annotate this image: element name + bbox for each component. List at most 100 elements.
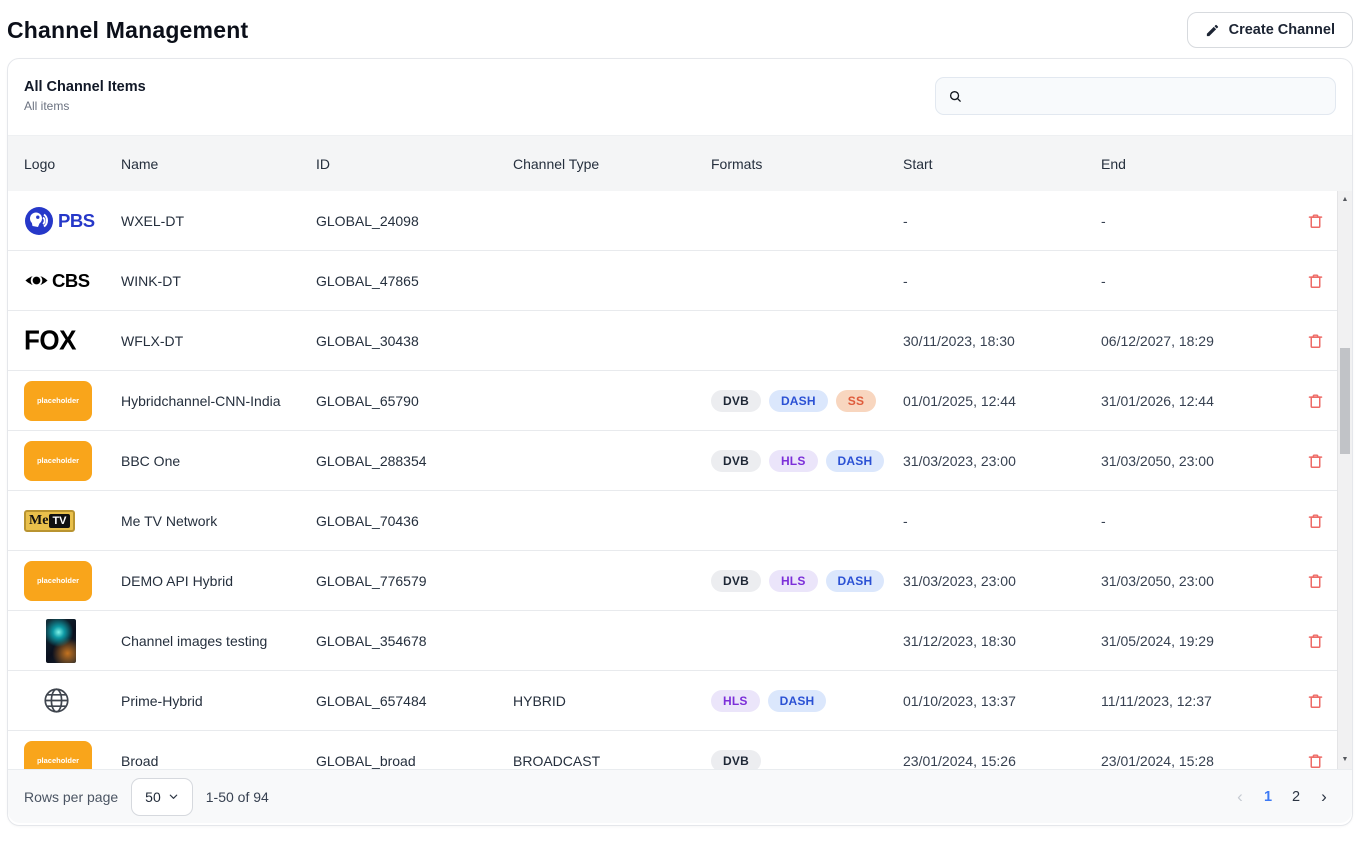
channel-id: GLOBAL_broad <box>316 753 513 769</box>
delete-channel-button[interactable] <box>1303 268 1328 294</box>
table-row: CBS WINK-DT GLOBAL_47865 - - <box>8 251 1337 311</box>
rows-per-page-select[interactable]: 50 <box>131 778 193 816</box>
fox-logo: FOX <box>24 325 76 356</box>
delete-channel-button[interactable] <box>1303 448 1328 474</box>
delete-channel-button[interactable] <box>1303 568 1328 594</box>
create-channel-button[interactable]: Create Channel <box>1187 12 1353 48</box>
channel-id: GLOBAL_47865 <box>316 273 513 289</box>
page-title: Channel Management <box>7 17 248 44</box>
page-button-1[interactable]: 1 <box>1256 784 1280 810</box>
cbs-logo: CBS <box>24 268 90 293</box>
globe-icon <box>42 686 71 715</box>
placeholder-logo: placeholder <box>24 381 92 421</box>
format-badge-dash: DASH <box>826 570 885 592</box>
vertical-scrollbar[interactable]: ▲ ▼ <box>1337 191 1352 769</box>
format-badge-ss: SS <box>836 390 876 412</box>
channel-name: Broad <box>121 753 316 769</box>
channel-end: - <box>1101 213 1293 229</box>
channel-formats: HLSDASH <box>711 690 903 712</box>
channel-name: BBC One <box>121 453 316 469</box>
column-header-formats: Formats <box>711 156 903 172</box>
channel-name: WXEL-DT <box>121 213 316 229</box>
scroll-down-icon[interactable]: ▼ <box>1338 753 1352 767</box>
format-badge-dash: DASH <box>826 450 885 472</box>
channel-end: 11/11/2023, 12:37 <box>1101 693 1293 709</box>
row-actions <box>1293 328 1337 354</box>
column-header-logo: Logo <box>24 156 121 172</box>
channel-logo-cell: CBS <box>24 268 121 293</box>
channel-name: Hybridchannel-CNN-India <box>121 393 316 409</box>
delete-channel-button[interactable] <box>1303 328 1328 354</box>
channel-id: GLOBAL_657484 <box>316 693 513 709</box>
channel-start: 31/03/2023, 23:00 <box>903 453 1101 469</box>
next-page-button[interactable]: › <box>1312 784 1336 810</box>
delete-channel-button[interactable] <box>1303 388 1328 414</box>
placeholder-logo: placeholder <box>24 561 92 601</box>
placeholder-logo: placeholder <box>24 741 92 770</box>
channel-id: GLOBAL_30438 <box>316 333 513 349</box>
channel-name: Me TV Network <box>121 513 316 529</box>
channel-art-image <box>46 619 76 663</box>
table-row: FOX WFLX-DT GLOBAL_30438 30/11/2023, 18:… <box>8 311 1337 371</box>
list-title: All Channel Items <box>24 79 146 95</box>
channel-list-card: All Channel Items All items Logo Name ID… <box>7 58 1353 826</box>
channel-end: - <box>1101 273 1293 289</box>
scroll-up-icon[interactable]: ▲ <box>1338 193 1352 207</box>
column-header-end: End <box>1101 156 1293 172</box>
table-row: placeholder Broad GLOBAL_broad BROADCAST… <box>8 731 1337 769</box>
scrollbar-thumb[interactable] <box>1340 348 1350 454</box>
metv-logo: MeTV <box>24 510 75 532</box>
trash-icon <box>1307 692 1324 710</box>
card-header: All Channel Items All items <box>8 59 1352 135</box>
trash-icon <box>1307 512 1324 530</box>
channel-id: GLOBAL_354678 <box>316 633 513 649</box>
channel-name: WFLX-DT <box>121 333 316 349</box>
row-actions <box>1293 508 1337 534</box>
column-header-channel-type: Channel Type <box>513 156 711 172</box>
channel-logo-cell: MeTV <box>24 510 121 532</box>
trash-icon <box>1307 752 1324 770</box>
channel-logo-cell: placeholder <box>24 741 121 770</box>
format-badge-dvb: DVB <box>711 750 761 770</box>
search-icon <box>948 89 963 104</box>
channel-name: WINK-DT <box>121 273 316 289</box>
channel-start: 01/01/2025, 12:44 <box>903 393 1101 409</box>
search-box[interactable] <box>935 77 1336 115</box>
row-actions <box>1293 388 1337 414</box>
top-bar: Channel Management Create Channel <box>7 0 1353 58</box>
delete-channel-button[interactable] <box>1303 688 1328 714</box>
range-text: 1-50 of 94 <box>206 789 269 805</box>
pagination: ‹ 1 2 › <box>1228 784 1336 810</box>
channel-type: HYBRID <box>513 693 711 709</box>
placeholder-logo: placeholder <box>24 441 92 481</box>
channel-logo-cell: placeholder <box>24 441 121 481</box>
channel-start: - <box>903 513 1101 529</box>
page-button-2[interactable]: 2 <box>1284 784 1308 810</box>
footer-left: Rows per page 50 1-50 of 94 <box>24 778 269 816</box>
channel-end: 06/12/2027, 18:29 <box>1101 333 1293 349</box>
row-actions <box>1293 628 1337 654</box>
channel-id: GLOBAL_70436 <box>316 513 513 529</box>
table-row: Prime-Hybrid GLOBAL_657484 HYBRID HLSDAS… <box>8 671 1337 731</box>
pbs-logo: PBS <box>24 206 95 236</box>
delete-channel-button[interactable] <box>1303 208 1328 234</box>
channel-id: GLOBAL_65790 <box>316 393 513 409</box>
previous-page-button[interactable]: ‹ <box>1228 784 1252 810</box>
delete-channel-button[interactable] <box>1303 748 1328 770</box>
channel-id: GLOBAL_288354 <box>316 453 513 469</box>
channel-logo-cell: placeholder <box>24 561 121 601</box>
channel-logo-cell: placeholder <box>24 381 121 421</box>
search-input[interactable] <box>971 88 1323 104</box>
rows-per-page-value: 50 <box>145 789 161 805</box>
create-channel-label: Create Channel <box>1229 22 1335 38</box>
trash-icon <box>1307 272 1324 290</box>
row-actions <box>1293 448 1337 474</box>
channel-formats: DVBHLSDASH <box>711 450 903 472</box>
format-badge-hls: HLS <box>769 450 818 472</box>
delete-channel-button[interactable] <box>1303 628 1328 654</box>
trash-icon <box>1307 392 1324 410</box>
table-row: PBS WXEL-DT GLOBAL_24098 - - <box>8 191 1337 251</box>
channel-logo-cell <box>24 686 121 715</box>
channel-end: 31/01/2026, 12:44 <box>1101 393 1293 409</box>
delete-channel-button[interactable] <box>1303 508 1328 534</box>
